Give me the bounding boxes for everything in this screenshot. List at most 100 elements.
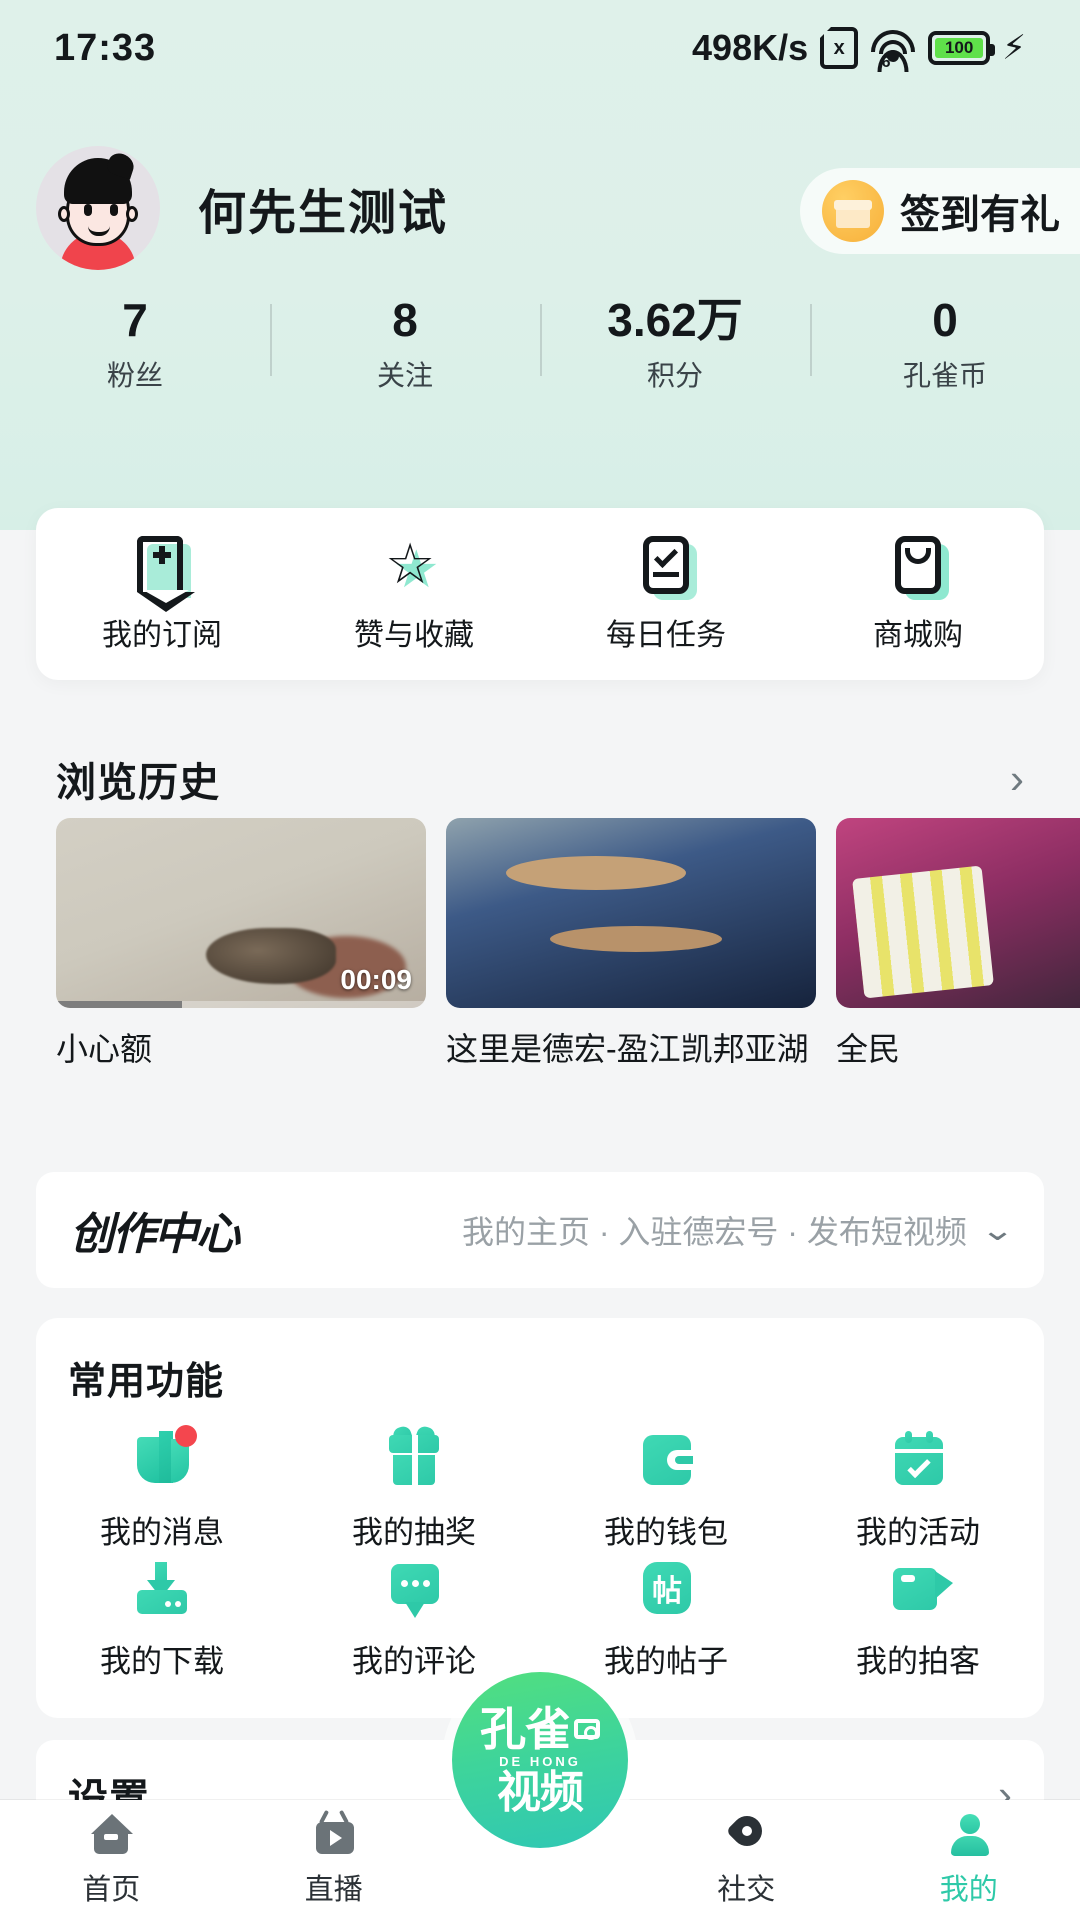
function-my-comments[interactable]: 我的评论: [288, 1560, 540, 1681]
nav-item-live[interactable]: 直播: [223, 1812, 446, 1908]
video-thumbnail[interactable]: [836, 818, 1080, 1008]
post-icon-glyph: 帖: [643, 1562, 691, 1614]
function-my-wallet[interactable]: 我的钱包: [540, 1431, 792, 1552]
common-functions-grid: 我的消息 我的抽奖 我的钱包 我的活动: [36, 1431, 1044, 1681]
comment-icon: [381, 1560, 447, 1620]
stat-label: 积分: [647, 354, 703, 394]
camera-icon: [574, 1719, 600, 1739]
nav-label: 直播: [305, 1866, 363, 1908]
app-logo-line1: 孔雀: [480, 1706, 570, 1752]
history-item[interactable]: 这里是德宏-盈江凯邦亚湖: [446, 818, 816, 1128]
quick-action-label: 赞与收藏: [354, 610, 474, 654]
stat-label: 关注: [377, 354, 433, 394]
function-label: 我的评论: [352, 1636, 476, 1681]
chevron-down-icon[interactable]: ⌄: [980, 1213, 1015, 1248]
video-camera-icon: [885, 1560, 951, 1620]
function-my-messages[interactable]: 我的消息: [36, 1431, 288, 1552]
nav-label: 我的: [940, 1866, 998, 1908]
video-title: 小心额: [56, 1028, 426, 1071]
stat-fans[interactable]: 7 粉丝: [0, 290, 270, 400]
function-my-downloads[interactable]: 我的下载: [36, 1560, 288, 1681]
app-logo-line2: 视频: [497, 1771, 583, 1815]
status-bar: 17:33 498K/s x 6 100 ⚡: [0, 0, 1080, 96]
quick-action-label: 每日任务: [606, 610, 726, 654]
battery-icon: 100: [928, 31, 990, 65]
post-icon: 帖: [633, 1560, 699, 1620]
function-label: 我的拍客: [856, 1636, 980, 1681]
calendar-check-icon: [885, 1431, 951, 1491]
checklist-icon: [635, 534, 697, 596]
history-header[interactable]: 浏览历史 ›: [56, 750, 1024, 808]
function-label: 我的消息: [100, 1507, 224, 1552]
battery-level-label: 100: [935, 38, 983, 58]
sim-x-icon: x: [820, 27, 858, 69]
wallet-icon: [633, 1431, 699, 1491]
wifi-icon: 6: [870, 28, 916, 68]
function-my-lottery[interactable]: 我的抽奖: [288, 1431, 540, 1552]
nav-label: 首页: [82, 1866, 140, 1908]
stats-row: 7 粉丝 8 关注 3.62万 积分 0 孔雀币: [0, 290, 1080, 400]
stat-following[interactable]: 8 关注: [270, 290, 540, 400]
nav-label: 社交: [717, 1866, 775, 1908]
history-item[interactable]: 00:09 小心额: [56, 818, 426, 1128]
app-logo[interactable]: 孔雀 DE HONG 视频: [452, 1672, 628, 1848]
network-speed-text: 498K/s: [692, 27, 808, 69]
home-icon: [85, 1812, 137, 1858]
status-bar-time: 17:33: [54, 27, 156, 70]
history-title: 浏览历史: [56, 750, 220, 808]
function-label: 我的钱包: [604, 1507, 728, 1552]
chevron-right-icon[interactable]: ›: [1010, 758, 1024, 800]
quick-action-shop[interactable]: 商城购: [792, 508, 1044, 680]
creation-center-logo: 创作中心: [70, 1198, 238, 1262]
user-icon: [943, 1812, 995, 1858]
star-icon: ★☆: [383, 534, 445, 596]
quick-action-likes-favorites[interactable]: ★☆ 赞与收藏: [288, 508, 540, 680]
function-label: 我的抽奖: [352, 1507, 476, 1552]
stat-points[interactable]: 3.62万 积分: [540, 290, 810, 400]
bookmark-plus-icon: [131, 534, 193, 596]
status-bar-indicators: 498K/s x 6 100 ⚡: [692, 27, 1026, 69]
history-item[interactable]: 全民: [836, 818, 1080, 1128]
function-label: 我的活动: [856, 1507, 980, 1552]
lightning-bolt-icon: ⚡: [1002, 28, 1026, 68]
nav-item-social[interactable]: 社交: [635, 1812, 858, 1908]
function-label: 我的帖子: [604, 1636, 728, 1681]
creation-center-card[interactable]: 创作中心 我的主页 · 入驻德宏号 · 发布短视频 ⌄: [36, 1172, 1044, 1288]
video-thumbnail[interactable]: [446, 818, 816, 1008]
nav-item-mine[interactable]: 我的: [858, 1812, 1080, 1908]
gift-icon: [381, 1431, 447, 1491]
stat-value: 7: [122, 296, 148, 344]
video-title: 这里是德宏-盈江凯邦亚湖: [446, 1028, 816, 1071]
app-logo-pinyin: DE HONG: [499, 1754, 581, 1769]
function-my-activities[interactable]: 我的活动: [792, 1431, 1044, 1552]
common-functions-title: 常用功能: [68, 1350, 1044, 1405]
quick-action-subscriptions[interactable]: 我的订阅: [36, 508, 288, 680]
creation-center-actions[interactable]: 我的主页 · 入驻德宏号 · 发布短视频 ⌄: [462, 1207, 1010, 1253]
social-pin-icon: [720, 1812, 772, 1858]
live-tv-icon: [308, 1812, 360, 1858]
video-duration: 00:09: [340, 964, 412, 996]
avatar[interactable]: [36, 146, 160, 270]
function-label: 我的下载: [100, 1636, 224, 1681]
stat-value: 0: [932, 296, 958, 344]
nav-item-home[interactable]: 首页: [0, 1812, 223, 1908]
history-list[interactable]: 00:09 小心额 这里是德宏-盈江凯邦亚湖 全民: [56, 818, 1080, 1128]
download-icon: [129, 1560, 195, 1620]
common-functions-card: 常用功能 我的消息 我的抽奖 我的钱包: [36, 1318, 1044, 1718]
signin-button[interactable]: 签到有礼: [800, 168, 1080, 254]
unread-badge: [175, 1425, 197, 1447]
gift-coin-icon: [822, 180, 884, 242]
signin-button-label: 签到有礼: [900, 182, 1060, 240]
function-my-shoots[interactable]: 我的拍客: [792, 1560, 1044, 1681]
video-title: 全民: [836, 1028, 1080, 1071]
username: 何先生测试: [198, 173, 448, 243]
quick-actions-card: 我的订阅 ★☆ 赞与收藏 每日任务 商城购: [36, 508, 1044, 680]
video-thumbnail[interactable]: 00:09: [56, 818, 426, 1008]
quick-action-daily-tasks[interactable]: 每日任务: [540, 508, 792, 680]
bottom-navigation: 首页 直播 孔雀 DE HONG 视频 社交 我的: [0, 1800, 1080, 1920]
message-icon: [129, 1431, 195, 1491]
shop-smile-icon: [887, 534, 949, 596]
stat-coins[interactable]: 0 孔雀币: [810, 290, 1080, 400]
stat-label: 粉丝: [107, 354, 163, 394]
function-my-posts[interactable]: 帖 我的帖子: [540, 1560, 792, 1681]
